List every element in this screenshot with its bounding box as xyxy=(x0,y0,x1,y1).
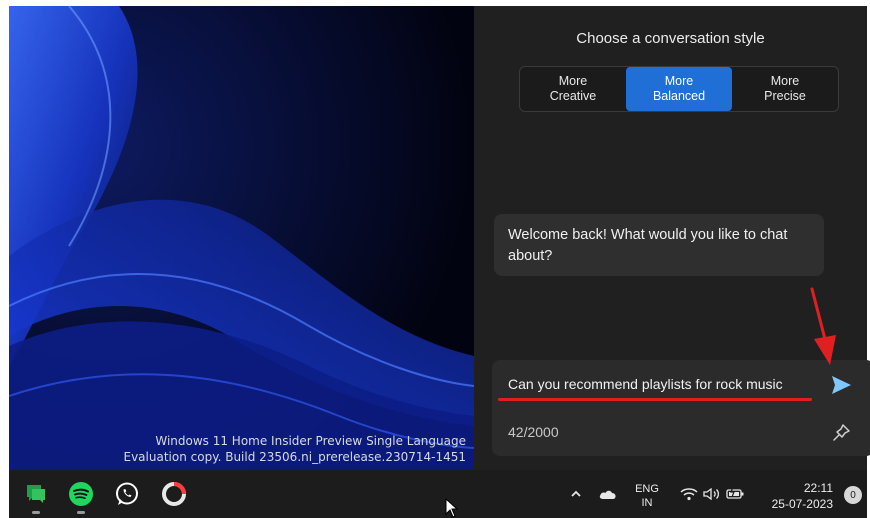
style-option-line2: Precise xyxy=(764,89,806,103)
annotation-underline xyxy=(498,398,812,401)
taskbar: ENG IN 22:11 25-07-2023 0 xyxy=(9,470,867,518)
mouse-cursor-icon xyxy=(445,498,459,518)
chat-composer: Can you recommend playlists for rock mus… xyxy=(492,360,870,456)
battery-charging-icon[interactable] xyxy=(725,484,745,504)
character-counter: 42/2000 xyxy=(508,424,559,440)
running-indicator xyxy=(32,511,40,514)
google-chat-icon xyxy=(27,485,45,503)
style-option-line2: Creative xyxy=(549,89,597,103)
watermark-line-2: Evaluation copy. Build 23506.ni_prerelea… xyxy=(123,450,467,464)
watermark-line-1: Windows 11 Home Insider Preview Single L… xyxy=(155,434,466,448)
clock-date: 25-07-2023 xyxy=(771,497,833,511)
conversation-style-toggle: More Creative More Balanced More Precise xyxy=(519,66,839,112)
style-option-line1: More xyxy=(770,74,800,88)
style-option-line1: More xyxy=(664,74,694,88)
wifi-icon[interactable] xyxy=(679,484,699,504)
send-icon xyxy=(832,376,851,394)
windows-watermark: Windows 11 Home Insider Preview Single L… xyxy=(124,433,467,465)
running-indicator xyxy=(77,511,85,514)
clock-time: 22:11 xyxy=(803,481,833,495)
input-language-indicator[interactable]: ENG IN xyxy=(632,482,662,510)
taskbar-app-opera[interactable] xyxy=(160,480,188,508)
style-option-balanced[interactable]: More Balanced xyxy=(626,67,732,111)
taskbar-app-google-chat[interactable] xyxy=(22,480,50,514)
language-line-2: IN xyxy=(641,497,653,509)
spotify-icon xyxy=(69,482,93,506)
bloom-wallpaper-art xyxy=(9,6,474,470)
language-line-1: ENG xyxy=(635,483,659,495)
whatsapp-icon xyxy=(116,482,138,505)
style-option-line1: More xyxy=(558,74,588,88)
desktop-wallpaper: Windows 11 Home Insider Preview Single L… xyxy=(9,6,474,470)
show-hidden-icons-chevron-up-icon[interactable] xyxy=(566,484,586,504)
pin-button[interactable] xyxy=(830,422,852,444)
opera-icon xyxy=(162,482,186,506)
volume-icon[interactable] xyxy=(701,484,721,504)
chat-input[interactable]: Can you recommend playlists for rock mus… xyxy=(508,376,783,392)
assistant-message-bubble: Welcome back! What would you like to cha… xyxy=(494,214,824,276)
taskbar-app-whatsapp[interactable] xyxy=(113,480,141,508)
style-option-creative[interactable]: More Creative xyxy=(520,67,626,111)
onedrive-cloud-icon[interactable] xyxy=(598,484,618,504)
notification-count-badge[interactable]: 0 xyxy=(844,486,862,504)
clock[interactable]: 22:11 25-07-2023 xyxy=(761,480,833,512)
send-button[interactable] xyxy=(828,372,854,398)
pin-icon xyxy=(833,424,850,441)
style-option-precise[interactable]: More Precise xyxy=(732,67,838,111)
taskbar-app-spotify[interactable] xyxy=(67,480,95,514)
style-option-line2: Balanced xyxy=(652,89,706,103)
conversation-style-title: Choose a conversation style xyxy=(576,30,765,47)
